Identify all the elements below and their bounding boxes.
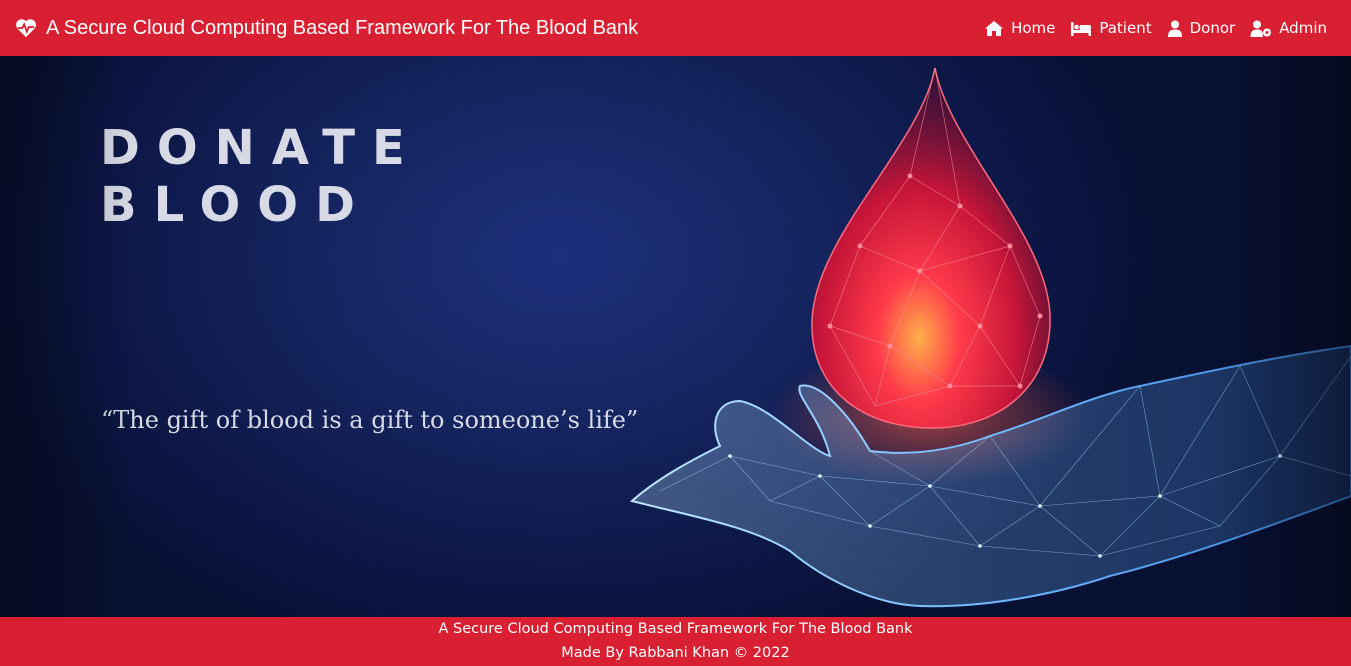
hero-title-line2: BLOOD bbox=[100, 177, 372, 233]
hero-title: DONATE BLOOD bbox=[100, 120, 422, 234]
hero-banner: DONATE BLOOD “The gift of blood is a gif… bbox=[0, 56, 1351, 617]
hero-quote: “The gift of blood is a gift to someone’… bbox=[101, 406, 639, 434]
user-cog-icon bbox=[1250, 20, 1272, 37]
nav-admin[interactable]: Admin bbox=[1250, 19, 1327, 37]
nav-links: Home Patient Donor Admin bbox=[969, 19, 1327, 37]
footer-credit: Made By Rabbani Khan © 2022 bbox=[561, 645, 790, 661]
nav-donor[interactable]: Donor bbox=[1167, 19, 1236, 37]
nav-home-label: Home bbox=[1011, 19, 1056, 37]
hero-title-line1: DONATE bbox=[100, 120, 422, 176]
navbar: A Secure Cloud Computing Based Framework… bbox=[0, 0, 1351, 56]
heart-pulse-icon bbox=[16, 19, 36, 38]
brand-title: A Secure Cloud Computing Based Framework… bbox=[46, 16, 639, 39]
nav-donor-label: Donor bbox=[1189, 19, 1236, 37]
footer-title: A Secure Cloud Computing Based Framework… bbox=[438, 621, 913, 637]
nav-patient-label: Patient bbox=[1099, 19, 1152, 37]
home-icon bbox=[985, 20, 1004, 36]
bed-icon bbox=[1071, 21, 1092, 36]
nav-home[interactable]: Home bbox=[984, 19, 1055, 37]
brand-link[interactable]: A Secure Cloud Computing Based Framework… bbox=[15, 17, 638, 40]
blood-drop-hand-illustration bbox=[629, 67, 1351, 608]
footer: A Secure Cloud Computing Based Framework… bbox=[0, 617, 1351, 666]
nav-admin-label: Admin bbox=[1279, 19, 1327, 37]
user-icon bbox=[1167, 20, 1182, 37]
nav-patient[interactable]: Patient bbox=[1070, 19, 1152, 37]
